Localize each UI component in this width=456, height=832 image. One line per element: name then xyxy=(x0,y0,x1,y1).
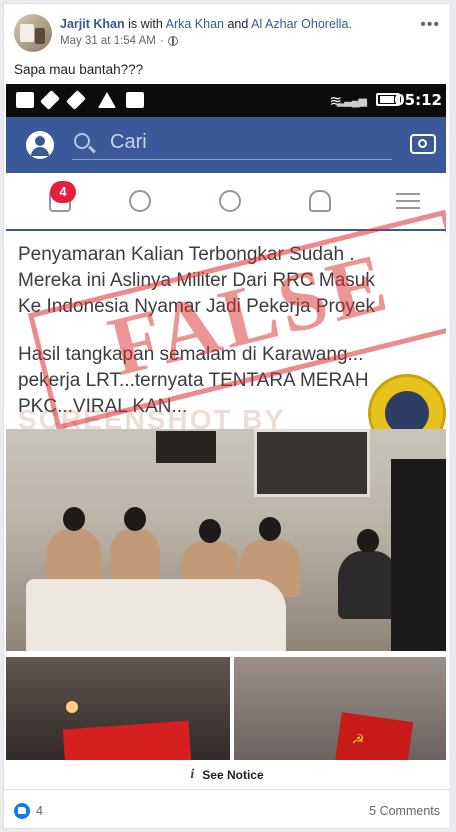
author-name-link[interactable]: Jarjit Khan xyxy=(60,17,125,31)
photo-detail xyxy=(62,720,192,760)
post-footer: 4 5 Comments xyxy=(14,801,440,823)
ellipsis-icon[interactable]: ••• xyxy=(420,16,440,34)
profile-icon xyxy=(26,131,54,159)
with-text: is with xyxy=(128,17,163,31)
post-meta: May 31 at 1:54 AM · xyxy=(60,35,178,47)
bullet: · xyxy=(159,35,164,47)
search-icon xyxy=(74,133,90,149)
photo-detail xyxy=(26,579,286,651)
tab-notifications xyxy=(290,173,350,229)
search-field: Cari xyxy=(72,131,392,160)
avatar-shape xyxy=(20,24,34,42)
photo-detail xyxy=(254,429,370,497)
photo-detail xyxy=(334,712,414,760)
notification-badge: 4 xyxy=(50,181,76,203)
tab-messenger xyxy=(200,173,260,229)
shared-screenshot-image[interactable]: ≋ ▂▃▄▅ 05:12 Cari 4 Penyamaran Kalian Te… xyxy=(6,84,446,760)
photo-detail xyxy=(156,431,216,463)
tagged-user-link-2[interactable]: Al Azhar Ohorella. xyxy=(251,17,352,31)
menu-icon xyxy=(396,193,420,209)
messenger-icon xyxy=(219,190,241,212)
friends-icon xyxy=(129,190,151,212)
comments-link[interactable]: 5 Comments xyxy=(369,804,440,818)
post-header: Jarjit Khan is with Arka Khan and Al Azh… xyxy=(14,14,440,54)
camera-icon xyxy=(410,134,436,154)
phone-status-bar: ≋ ▂▃▄▅ 05:12 xyxy=(6,84,446,117)
photo-detail xyxy=(66,701,78,713)
bell-icon xyxy=(309,190,331,212)
see-notice-label: See Notice xyxy=(202,767,264,782)
person-figure xyxy=(338,529,398,619)
search-placeholder: Cari xyxy=(110,131,147,153)
photo-detail xyxy=(391,459,446,651)
tagged-user-link-1[interactable]: Arka Khan xyxy=(166,17,224,31)
photo-red-book-1 xyxy=(6,657,230,760)
see-notice-button[interactable]: i See Notice xyxy=(4,760,450,790)
globe-icon[interactable] xyxy=(167,36,178,46)
warning-icon xyxy=(98,92,116,108)
tab-friends xyxy=(110,173,170,229)
notification-icon xyxy=(40,90,60,110)
photo-detail: ☭ xyxy=(351,730,366,748)
author-avatar[interactable] xyxy=(14,14,52,52)
and-text: and xyxy=(227,17,249,31)
status-time: 05:12 xyxy=(394,91,442,109)
app-search-bar: Cari xyxy=(6,117,446,173)
info-icon: i xyxy=(190,766,195,782)
photo-red-book-2: ☭ xyxy=(234,657,446,760)
post-timestamp[interactable]: May 31 at 1:54 AM xyxy=(60,35,156,47)
notification-icon xyxy=(66,90,86,110)
post-caption: Sapa mau bantah??? xyxy=(14,62,144,77)
photo-room-people xyxy=(6,429,446,651)
app-tab-bar: 4 xyxy=(6,173,446,231)
post-authors: Jarjit Khan is with Arka Khan and Al Azh… xyxy=(60,16,410,32)
likes-count[interactable]: 4 xyxy=(36,804,43,818)
gallery-icon xyxy=(16,92,34,108)
signal-icon: ▂▃▄▅ xyxy=(336,95,367,107)
avatar-shape xyxy=(35,28,45,44)
like-reaction-icon[interactable] xyxy=(14,803,30,819)
facebook-post: Jarjit Khan is with Arka Khan and Al Azh… xyxy=(3,3,451,829)
notification-icon xyxy=(126,92,144,108)
